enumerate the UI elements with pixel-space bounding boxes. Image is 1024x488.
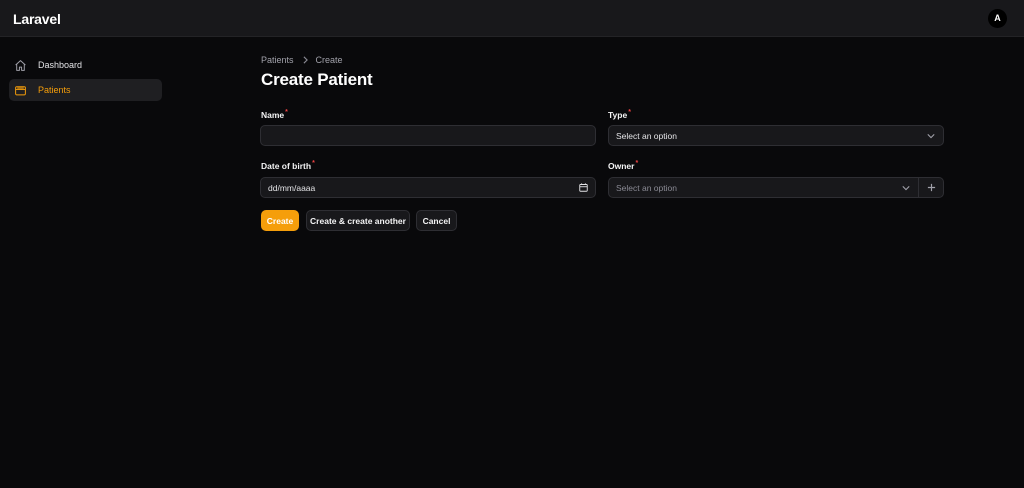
create-button[interactable]: Create	[261, 210, 299, 231]
sidebar-item-patients[interactable]: Patients	[9, 79, 162, 101]
owner-label: Owner*	[608, 160, 639, 171]
add-owner-button[interactable]	[918, 177, 944, 198]
wallet-icon	[14, 84, 27, 97]
sidebar: Dashboard Patients	[0, 37, 170, 488]
sidebar-item-label: Patients	[38, 85, 71, 95]
date-of-birth-input[interactable]: dd/mm/aaaa	[260, 177, 596, 198]
owner-select[interactable]: Select an option	[608, 177, 919, 198]
type-select[interactable]: Select an option	[608, 125, 944, 146]
type-select-value: Select an option	[616, 130, 677, 141]
name-label: Name*	[261, 109, 288, 120]
chevron-down-icon	[898, 185, 914, 191]
brand-logo[interactable]: Laravel	[13, 11, 61, 27]
required-mark: *	[312, 160, 315, 167]
type-label-text: Type	[608, 110, 628, 120]
date-of-birth-placeholder: dd/mm/aaaa	[268, 182, 316, 193]
page-title: Create Patient	[261, 70, 373, 89]
required-mark: *	[635, 160, 639, 167]
sidebar-item-dashboard[interactable]: Dashboard	[9, 54, 162, 76]
name-input[interactable]	[260, 125, 596, 146]
required-mark: *	[628, 109, 631, 116]
owner-label-text: Owner	[608, 161, 635, 171]
breadcrumb: Patients Create	[261, 55, 343, 65]
create-and-create-another-button[interactable]: Create & create another	[306, 210, 410, 231]
plus-icon	[927, 179, 936, 197]
date-of-birth-label-text: Date of birth	[261, 161, 312, 171]
cancel-button[interactable]: Cancel	[416, 210, 457, 231]
home-icon	[14, 59, 27, 72]
required-mark: *	[285, 109, 288, 116]
user-avatar[interactable]: A	[988, 9, 1007, 28]
chevron-right-icon	[302, 56, 309, 64]
name-label-text: Name	[261, 110, 285, 120]
top-bar: Laravel A	[0, 0, 1024, 37]
date-of-birth-label: Date of birth*	[261, 160, 315, 171]
calendar-icon[interactable]	[575, 183, 591, 192]
sidebar-item-label: Dashboard	[38, 60, 83, 70]
breadcrumb-current: Create	[315, 55, 343, 65]
breadcrumb-parent-link[interactable]: Patients	[261, 55, 294, 65]
type-label: Type*	[608, 109, 631, 120]
owner-select-placeholder: Select an option	[616, 182, 677, 193]
chevron-down-icon	[923, 133, 939, 139]
